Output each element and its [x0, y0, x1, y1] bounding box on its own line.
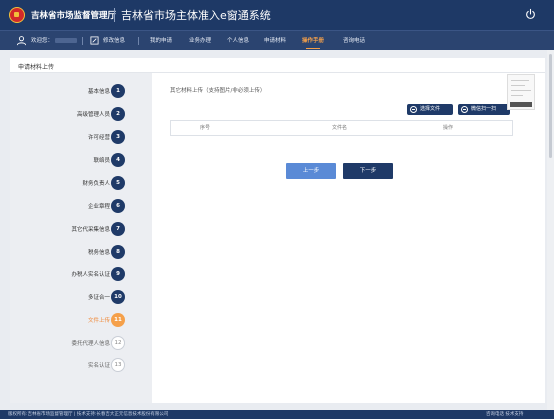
step-number: 9: [111, 267, 125, 281]
org-name: 吉林省市场监督管理厅: [31, 11, 117, 21]
thumb-label-bar: [510, 102, 532, 107]
file-table: 序号 文件名 操作: [170, 120, 513, 136]
step-number: 3: [111, 130, 125, 144]
nav-edit-info[interactable]: 修改信息: [103, 31, 125, 51]
step-item[interactable]: 许可经营 3: [10, 130, 152, 144]
step-number: 7: [111, 222, 125, 236]
add-circle-icon: [461, 106, 468, 113]
power-icon[interactable]: [525, 8, 536, 20]
footer-copyright: 版权所有:吉林省市场监督管理厅 | 技术支持:长春吉大正元信息技术股份有限公司: [8, 412, 169, 417]
step-label: 其它代采集信息: [71, 227, 110, 233]
next-step-button[interactable]: 下一步: [343, 163, 393, 179]
step-number: 11: [111, 313, 125, 327]
nav-business[interactable]: 业务办理: [189, 31, 211, 51]
step-number: 5: [111, 176, 125, 190]
card-title: 申请材料上传: [18, 64, 55, 71]
welcome-user: 欢迎您：: [31, 31, 78, 51]
step-item[interactable]: 办税人实名认证 9: [10, 267, 152, 281]
nav-separator: [82, 37, 83, 45]
step-label: 高级管理人员: [76, 112, 110, 118]
step-item[interactable]: 多证合一 10: [10, 290, 152, 304]
step-item[interactable]: 委托代理人信息 12: [10, 336, 152, 350]
side-thumbnail[interactable]: [507, 74, 535, 110]
column-header: 操作: [443, 125, 454, 131]
step-number: 6: [111, 199, 125, 213]
edit-icon: [90, 36, 99, 45]
footer-right: 咨询电话 技术支持: [486, 412, 524, 417]
step-number: 12: [111, 336, 125, 350]
nav-my-applications[interactable]: 我的申请: [150, 31, 172, 51]
step-label: 办税人实名认证: [71, 272, 110, 278]
user-icon: [16, 36, 27, 46]
thumb-line: [511, 95, 523, 96]
sub-nav: 欢迎您： 修改信息 我的申请 业务办理 个人信息 申请材料 操作手册 咨询电话: [0, 30, 554, 50]
system-title: 吉林省市场主体准入e窗通系统: [121, 9, 271, 22]
select-file-button[interactable]: 选择文件: [407, 104, 453, 115]
step-sidebar: 基本信息 1 高级管理人员 2 许可经营 3 联络员 4 财务负责人 5 企业章…: [10, 73, 152, 403]
main-card: 申请材料上传 基本信息 1 高级管理人员 2 许可经营 3 联络员 4 财务负责…: [10, 58, 545, 403]
step-label: 基本信息: [87, 89, 110, 95]
step-item-current[interactable]: 文件上传 11: [10, 313, 152, 327]
scan-upload-label: 微信扫一扫: [471, 106, 497, 112]
step-label: 税务信息: [87, 250, 110, 256]
step-number: 8: [111, 245, 125, 259]
thumb-line: [511, 80, 529, 81]
upload-title: 其它材料上传（支持图片/非必须上传）: [170, 88, 266, 94]
step-item[interactable]: 税务信息 8: [10, 245, 152, 259]
step-label: 文件上传: [87, 318, 110, 324]
thumb-line: [511, 85, 525, 86]
scrollbar-thumb[interactable]: [549, 54, 552, 158]
step-label: 财务负责人: [82, 181, 110, 187]
step-number: 13: [111, 358, 125, 372]
step-number: 2: [111, 107, 125, 121]
nav-manual[interactable]: 操作手册: [302, 31, 324, 51]
nav-personal-info[interactable]: 个人信息: [227, 31, 249, 51]
step-label: 实名认证: [87, 363, 110, 369]
step-item[interactable]: 财务负责人 5: [10, 176, 152, 190]
masked-username: [55, 38, 78, 43]
step-number: 4: [111, 153, 125, 167]
step-number: 10: [111, 290, 125, 304]
step-label: 联络员: [93, 158, 110, 164]
emblem-logo: [9, 7, 25, 23]
step-label: 多证合一: [87, 295, 110, 301]
nav-materials[interactable]: 申请材料: [264, 31, 286, 51]
step-item[interactable]: 基本信息 1: [10, 84, 152, 98]
prev-step-button[interactable]: 上一步: [286, 163, 336, 179]
step-item[interactable]: 实名认证 13: [10, 358, 152, 372]
add-circle-icon: [410, 106, 417, 113]
step-item[interactable]: 高级管理人员 2: [10, 107, 152, 121]
step-item[interactable]: 企业章程 6: [10, 199, 152, 213]
column-header: 序号: [200, 125, 211, 131]
scan-upload-button[interactable]: 微信扫一扫: [458, 104, 510, 115]
nav-separator: [138, 37, 139, 45]
step-label: 企业章程: [87, 204, 110, 210]
footer: 版权所有:吉林省市场监督管理厅 | 技术支持:长春吉大正元信息技术股份有限公司 …: [0, 410, 554, 419]
nav-hotline[interactable]: 咨询电话: [343, 31, 365, 51]
step-label: 委托代理人信息: [71, 341, 110, 347]
step-label: 许可经营: [87, 135, 110, 141]
top-header: 吉林省市场监督管理厅 吉林省市场主体准入e窗通系统: [0, 0, 554, 30]
step-item[interactable]: 其它代采集信息 7: [10, 222, 152, 236]
step-number: 1: [111, 84, 125, 98]
thumb-line: [511, 90, 531, 91]
header-divider: [114, 8, 115, 22]
select-file-label: 选择文件: [420, 106, 441, 112]
step-item[interactable]: 联络员 4: [10, 153, 152, 167]
column-header: 文件名: [332, 125, 348, 131]
